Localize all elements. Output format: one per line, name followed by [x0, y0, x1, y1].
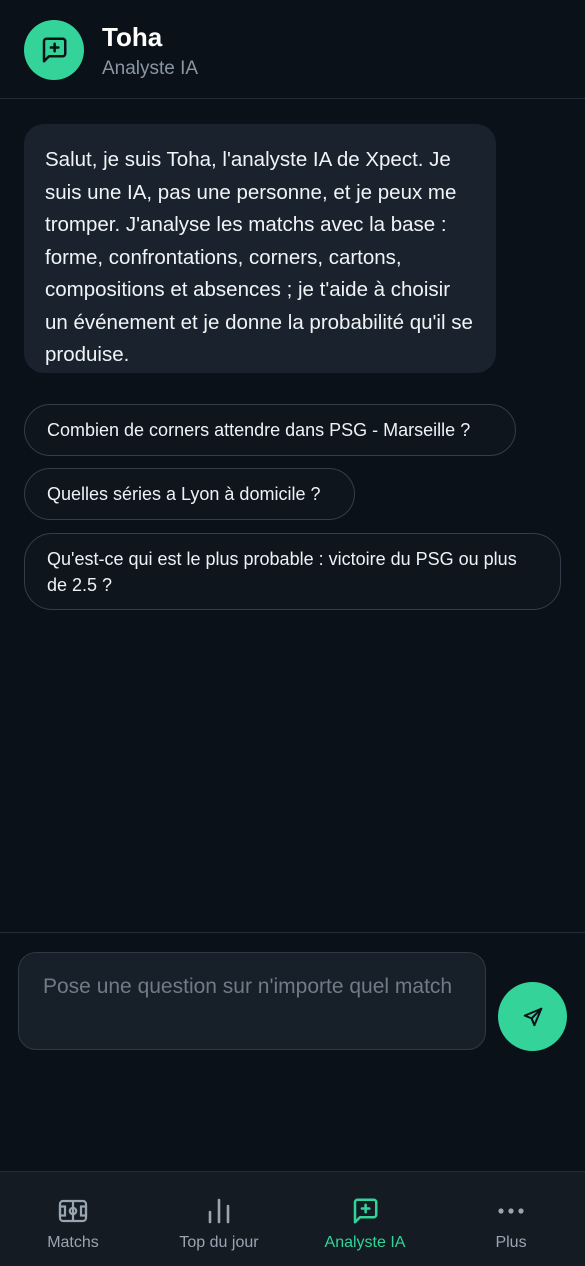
- assistant-name: Toha: [102, 22, 163, 52]
- suggestion-chip[interactable]: Combien de corners attendre dans PSG - M…: [24, 404, 516, 456]
- question-input[interactable]: Pose une question sur n'importe quel mat…: [18, 952, 486, 1050]
- nav-item-plus[interactable]: Plus: [438, 1172, 584, 1266]
- composer-divider: [0, 932, 585, 933]
- nav-item-analyste-ia[interactable]: Analyste IA: [292, 1172, 438, 1266]
- nav-item-top-du-jour[interactable]: Top du jour: [146, 1172, 292, 1266]
- message-sparkle-icon: [353, 1198, 378, 1224]
- bar-chart-icon: [208, 1198, 230, 1224]
- nav-label: Matchs: [47, 1234, 99, 1251]
- assistant-message-bubble: Salut, je suis Toha, l'analyste IA de Xp…: [24, 124, 496, 373]
- bottom-nav: Matchs Top du jour Analyste IA Plus: [0, 1171, 585, 1266]
- send-button[interactable]: [498, 982, 567, 1051]
- nav-item-matchs[interactable]: Matchs: [0, 1172, 146, 1266]
- assistant-role: Analyste IA: [102, 58, 199, 79]
- nav-label: Top du jour: [179, 1234, 259, 1251]
- chat-header: Toha Analyste IA: [0, 0, 585, 99]
- app-screen: Toha Analyste IA Salut, je suis Toha, l'…: [0, 0, 585, 1266]
- more-dots-icon: [498, 1208, 524, 1214]
- suggestion-chip[interactable]: Quelles séries a Lyon à domicile ?: [24, 468, 355, 520]
- send-icon: [523, 1007, 542, 1026]
- pitch-icon: [58, 1199, 88, 1223]
- suggestion-chip[interactable]: Qu'est-ce qui est le plus probable : vic…: [24, 533, 561, 610]
- assistant-avatar: [24, 20, 84, 80]
- nav-label: Plus: [495, 1234, 527, 1251]
- message-sparkle-icon: [42, 37, 67, 63]
- nav-label: Analyste IA: [324, 1234, 406, 1251]
